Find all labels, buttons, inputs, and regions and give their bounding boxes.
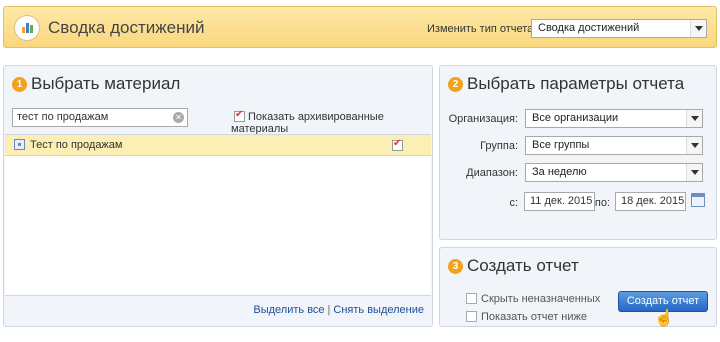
hide-unassigned-label: Скрыть неназначенных <box>481 293 601 305</box>
search-value: тест по продажам <box>17 111 109 123</box>
range-value: За неделю <box>532 166 587 178</box>
report-type-label: Изменить тип отчета: <box>427 23 537 35</box>
chevron-down-icon[interactable] <box>686 110 702 127</box>
show-archived-label: Показать архивированные материалы <box>231 111 384 135</box>
create-panel-title: 3 Создать отчет <box>448 256 579 276</box>
org-select[interactable]: Все организации <box>525 109 703 128</box>
step-badge: 1 <box>12 77 27 92</box>
deselect-link[interactable]: Снять выделение <box>333 304 424 316</box>
org-label: Организация: <box>448 113 518 125</box>
group-label: Группа: <box>480 140 518 152</box>
report-type-value: Сводка достижений <box>538 22 640 34</box>
page-title: Сводка достижений <box>48 18 205 37</box>
hide-unassigned-checkbox[interactable]: Скрыть неназначенных <box>466 293 600 305</box>
params-panel: 2 Выбрать параметры отчета Организация: В… <box>439 65 717 240</box>
material-panel-title: 1 Выбрать материал <box>12 74 180 94</box>
checkbox-checked-icon[interactable] <box>234 109 245 122</box>
params-title-text: Выбрать параметры отчета <box>467 74 685 93</box>
link-separator: | <box>327 304 331 316</box>
show-below-checkbox[interactable]: Показать отчет ниже <box>466 311 587 323</box>
org-value: Все организации <box>532 112 619 124</box>
date-to-input[interactable]: 18 дек. 2015 <box>615 192 686 211</box>
range-label: Диапазон: <box>466 167 518 179</box>
chevron-down-icon[interactable] <box>690 20 706 37</box>
step-badge: 2 <box>448 77 463 92</box>
checkbox-icon[interactable] <box>466 311 477 322</box>
select-all-link[interactable]: Выделить все <box>253 304 324 316</box>
report-chart-icon <box>14 15 40 41</box>
report-header: Сводка достижений Изменить тип отчета: С… <box>3 6 717 48</box>
show-below-label: Показать отчет ниже <box>481 311 588 323</box>
date-from-label: с: <box>509 197 518 209</box>
group-select[interactable]: Все группы <box>525 136 703 155</box>
test-icon <box>14 139 25 150</box>
list-item[interactable]: Тест по продажам <box>5 135 431 156</box>
range-select[interactable]: За неделю <box>525 163 703 182</box>
step-badge: 3 <box>448 259 463 274</box>
chevron-down-icon[interactable] <box>686 164 702 181</box>
report-type-select[interactable]: Сводка достижений <box>531 19 707 38</box>
selection-links: Выделить все | Снять выделение <box>253 304 424 316</box>
calendar-icon[interactable] <box>691 193 705 207</box>
material-title-text: Выбрать материал <box>31 74 181 93</box>
show-archived-checkbox[interactable]: Показать архивированные материалы <box>231 109 432 135</box>
create-panel: 3 Создать отчет Скрыть неназначенных Пока… <box>439 247 717 327</box>
checkbox-icon[interactable] <box>466 293 477 304</box>
clear-search-icon[interactable]: ✕ <box>173 112 184 123</box>
create-title-text: Создать отчет <box>467 256 579 275</box>
material-search-input[interactable]: тест по продажам ✕ <box>12 108 188 127</box>
hand-cursor-icon: ☝ <box>654 310 674 327</box>
date-to-label: по: <box>594 197 610 209</box>
material-list: Тест по продажам <box>5 134 431 296</box>
group-value: Все группы <box>532 139 590 151</box>
params-panel-title: 2 Выбрать параметры отчета <box>448 74 684 94</box>
material-panel: 1 Выбрать материал тест по продажам ✕ Пок… <box>3 65 433 327</box>
item-checkbox[interactable] <box>392 138 403 151</box>
list-item-label: Тест по продажам <box>30 139 123 151</box>
chevron-down-icon[interactable] <box>686 137 702 154</box>
